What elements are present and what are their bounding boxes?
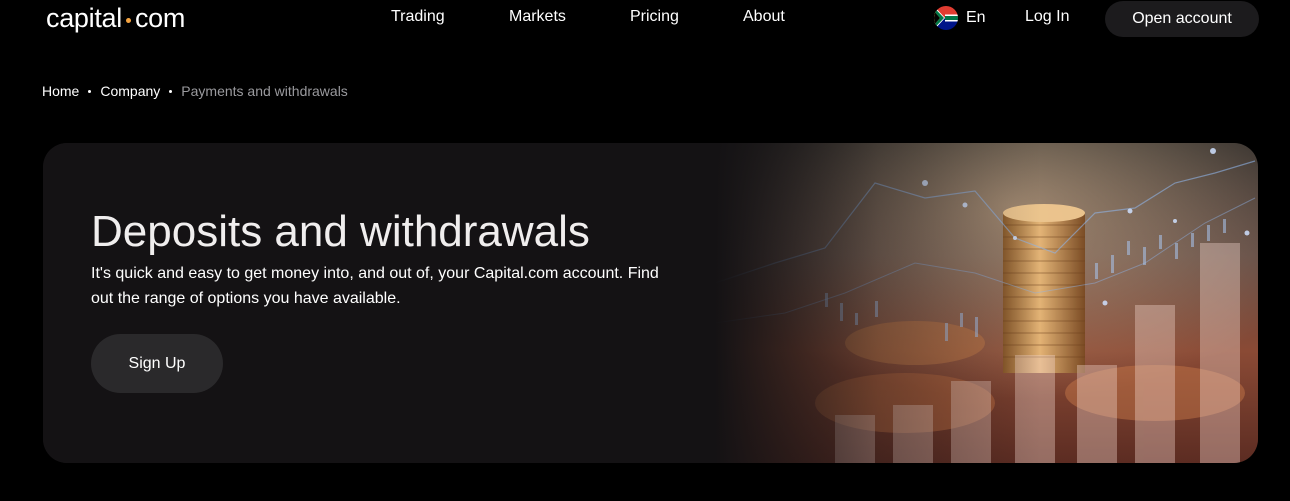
breadcrumb-company[interactable]: Company (100, 83, 160, 99)
nav-item-about[interactable]: About (743, 8, 785, 26)
site-header: capital com Trading Markets Pricing Abou… (0, 0, 1290, 40)
language-label: En (966, 9, 986, 26)
breadcrumb-home[interactable]: Home (42, 83, 79, 99)
hero-description: It's quick and easy to get money into, a… (91, 265, 659, 307)
south-africa-flag-icon (934, 6, 958, 30)
capital-com-logo[interactable]: capital com (46, 2, 185, 34)
nav-item-trading[interactable]: Trading (391, 8, 445, 26)
page-title: Deposits and withdrawals (91, 207, 590, 256)
logo-text-left: capital (46, 2, 122, 33)
page: capital com Trading Markets Pricing Abou… (0, 0, 1290, 501)
breadcrumb: Home Company Payments and withdrawals (42, 83, 348, 99)
breadcrumb-separator (88, 89, 92, 93)
coins-chart-hero-image (715, 143, 1258, 463)
open-account-button[interactable]: Open account (1105, 1, 1259, 37)
login-link[interactable]: Log In (1025, 8, 1069, 26)
breadcrumb-separator (169, 89, 173, 93)
hero-banner: Deposits and withdrawals It's quick and … (43, 143, 1258, 463)
logo-text-right: com (134, 2, 186, 33)
language-selector[interactable]: En (934, 6, 986, 30)
sign-up-button[interactable]: Sign Up (91, 334, 223, 393)
hero-content: Deposits and withdrawals It's quick and … (43, 143, 715, 463)
nav-item-markets[interactable]: Markets (509, 8, 566, 26)
nav-item-pricing[interactable]: Pricing (630, 8, 679, 26)
logo-dot-icon (125, 17, 131, 23)
breadcrumb-current: Payments and withdrawals (181, 83, 348, 99)
